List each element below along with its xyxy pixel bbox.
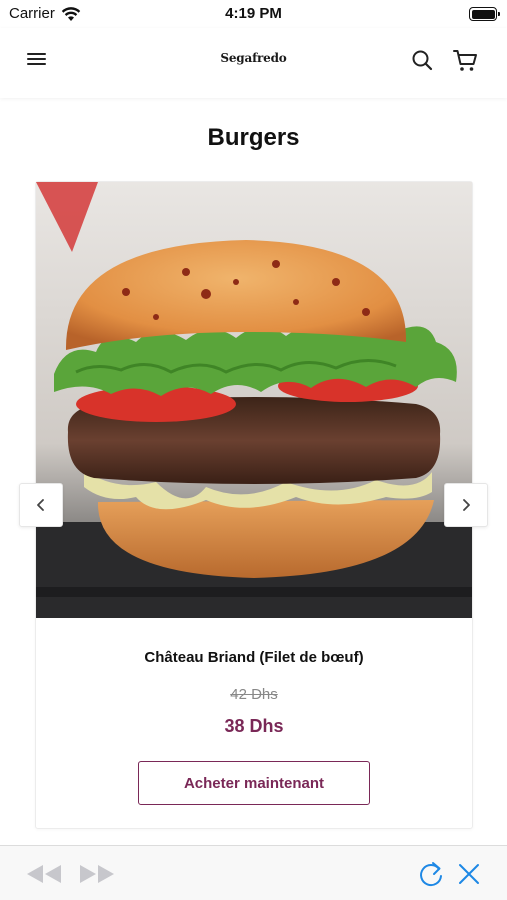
cart-icon[interactable]	[452, 47, 478, 73]
product-name[interactable]: Château Briand (Filet de bœuf)	[36, 649, 472, 666]
close-icon[interactable]	[457, 862, 481, 886]
page-title: Burgers	[207, 124, 300, 151]
product-image[interactable]	[36, 182, 472, 618]
back-icon[interactable]	[25, 863, 63, 885]
forward-icon[interactable]	[78, 863, 116, 885]
app-header: Segafredo	[0, 28, 507, 98]
battery-icon	[469, 7, 500, 21]
current-price: 38 Dhs	[224, 716, 284, 736]
chevron-right-icon	[463, 499, 470, 511]
product-card[interactable]: Château Briand (Filet de bœuf) 42 Dhs 38…	[35, 181, 473, 829]
browser-toolbar	[0, 845, 507, 900]
brand-name: Segafredo	[220, 51, 287, 65]
search-icon[interactable]	[410, 48, 434, 72]
carousel-prev-button[interactable]	[19, 483, 63, 527]
chevron-left-icon	[37, 499, 44, 511]
status-bar: Carrier 4:19 PM	[0, 0, 507, 28]
burger-photo	[36, 182, 472, 618]
reload-icon[interactable]	[417, 860, 445, 888]
clock: 4:19 PM	[225, 5, 282, 22]
carousel-next-button[interactable]	[444, 483, 488, 527]
old-price: 42 Dhs	[230, 686, 278, 703]
buy-now-button[interactable]: Acheter maintenant	[138, 761, 370, 805]
